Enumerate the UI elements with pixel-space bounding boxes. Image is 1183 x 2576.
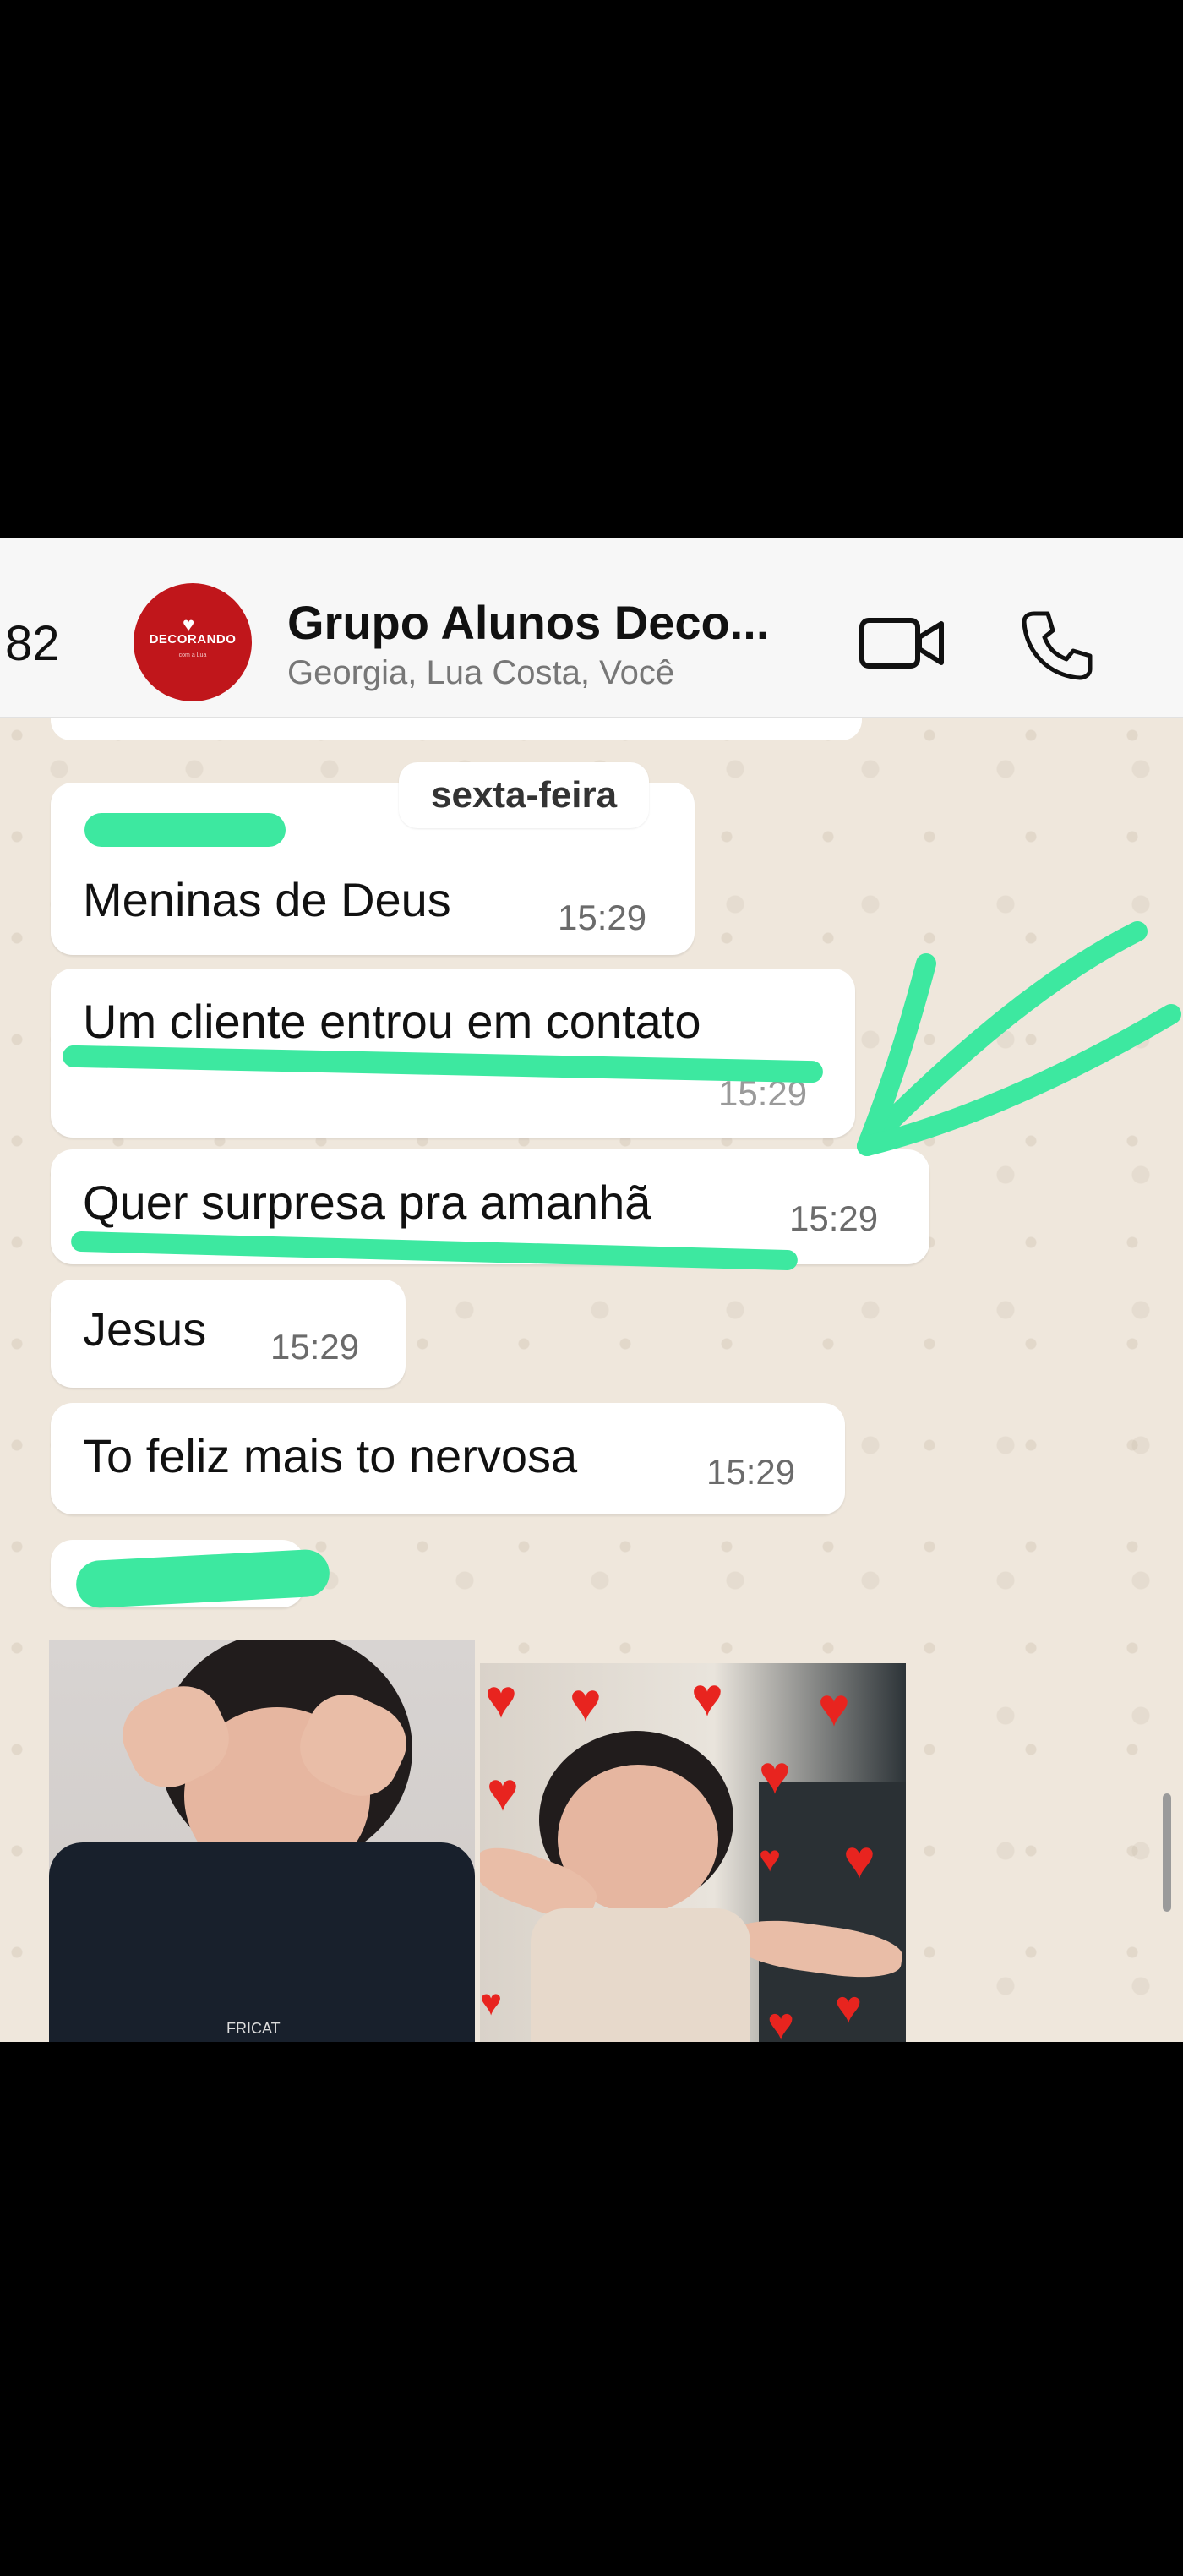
heart-sticker-icon: ♥ xyxy=(759,1744,791,1805)
message-text: Quer surpresa pra amanhã xyxy=(83,1176,651,1229)
avatar-logo-subtext: com a Lua xyxy=(178,652,207,658)
shared-photo[interactable]: ♥ ♥ ♥ ♥ ♥ ♥ ♥ ♥ ♥ ♥ ♥ xyxy=(480,1663,906,2042)
heart-sticker-icon: ♥ xyxy=(570,1672,602,1733)
message-text: Meninas de Deus xyxy=(83,873,451,926)
message-time: 15:29 xyxy=(558,898,647,937)
heart-sticker-icon: ♥ xyxy=(767,1999,795,2042)
group-members[interactable]: Georgia, Lua Costa, Você xyxy=(287,654,674,692)
group-avatar[interactable]: ♥ DECORANDO com a Lua xyxy=(134,583,252,701)
redacted-sender-name xyxy=(84,813,286,847)
shirt-text: FRICAT xyxy=(226,2020,281,2037)
child-shirt xyxy=(49,1842,475,2042)
previous-message-bubble xyxy=(51,718,862,740)
video-call-icon[interactable] xyxy=(859,610,946,674)
chat-area[interactable]: Meninas de Deus 15:29 sexta-feira Um cli… xyxy=(0,718,1183,2042)
date-chip: sexta-feira xyxy=(399,762,650,828)
message-time: 15:29 xyxy=(270,1327,360,1367)
top-black-area xyxy=(0,0,1183,538)
avatar-logo-text: DECORANDO xyxy=(149,632,237,647)
phone-call-icon[interactable] xyxy=(1019,607,1095,683)
heart-sticker-icon: ♥ xyxy=(485,1668,517,1729)
chat-scrollbar[interactable] xyxy=(1163,1793,1171,1912)
heart-sticker-icon: ♥ xyxy=(818,1677,850,1738)
heart-sticker-icon: ♥ xyxy=(487,1761,519,1822)
back-unread-count[interactable]: 82 xyxy=(5,615,60,672)
bottom-black-area xyxy=(0,2042,1183,2576)
heart-sticker-icon: ♥ xyxy=(843,1829,875,1890)
heart-sticker-icon: ♥ xyxy=(691,1667,723,1727)
heart-sticker-icon: ♥ xyxy=(835,1982,863,2033)
message-time: 15:29 xyxy=(706,1452,796,1492)
message-text: Um cliente entrou em contato xyxy=(83,995,701,1048)
shared-photo[interactable]: FRICAT xyxy=(49,1640,475,2042)
message-text: To feliz mais to nervosa xyxy=(83,1429,578,1482)
child-tank-top xyxy=(531,1908,750,2042)
heart-sticker-icon: ♥ xyxy=(759,1838,782,1880)
heart-sticker-icon: ♥ xyxy=(480,1982,503,2023)
message-time: 15:29 xyxy=(789,1198,879,1238)
message-text: Jesus xyxy=(83,1302,207,1356)
group-title[interactable]: Grupo Alunos Deco... xyxy=(287,595,769,650)
